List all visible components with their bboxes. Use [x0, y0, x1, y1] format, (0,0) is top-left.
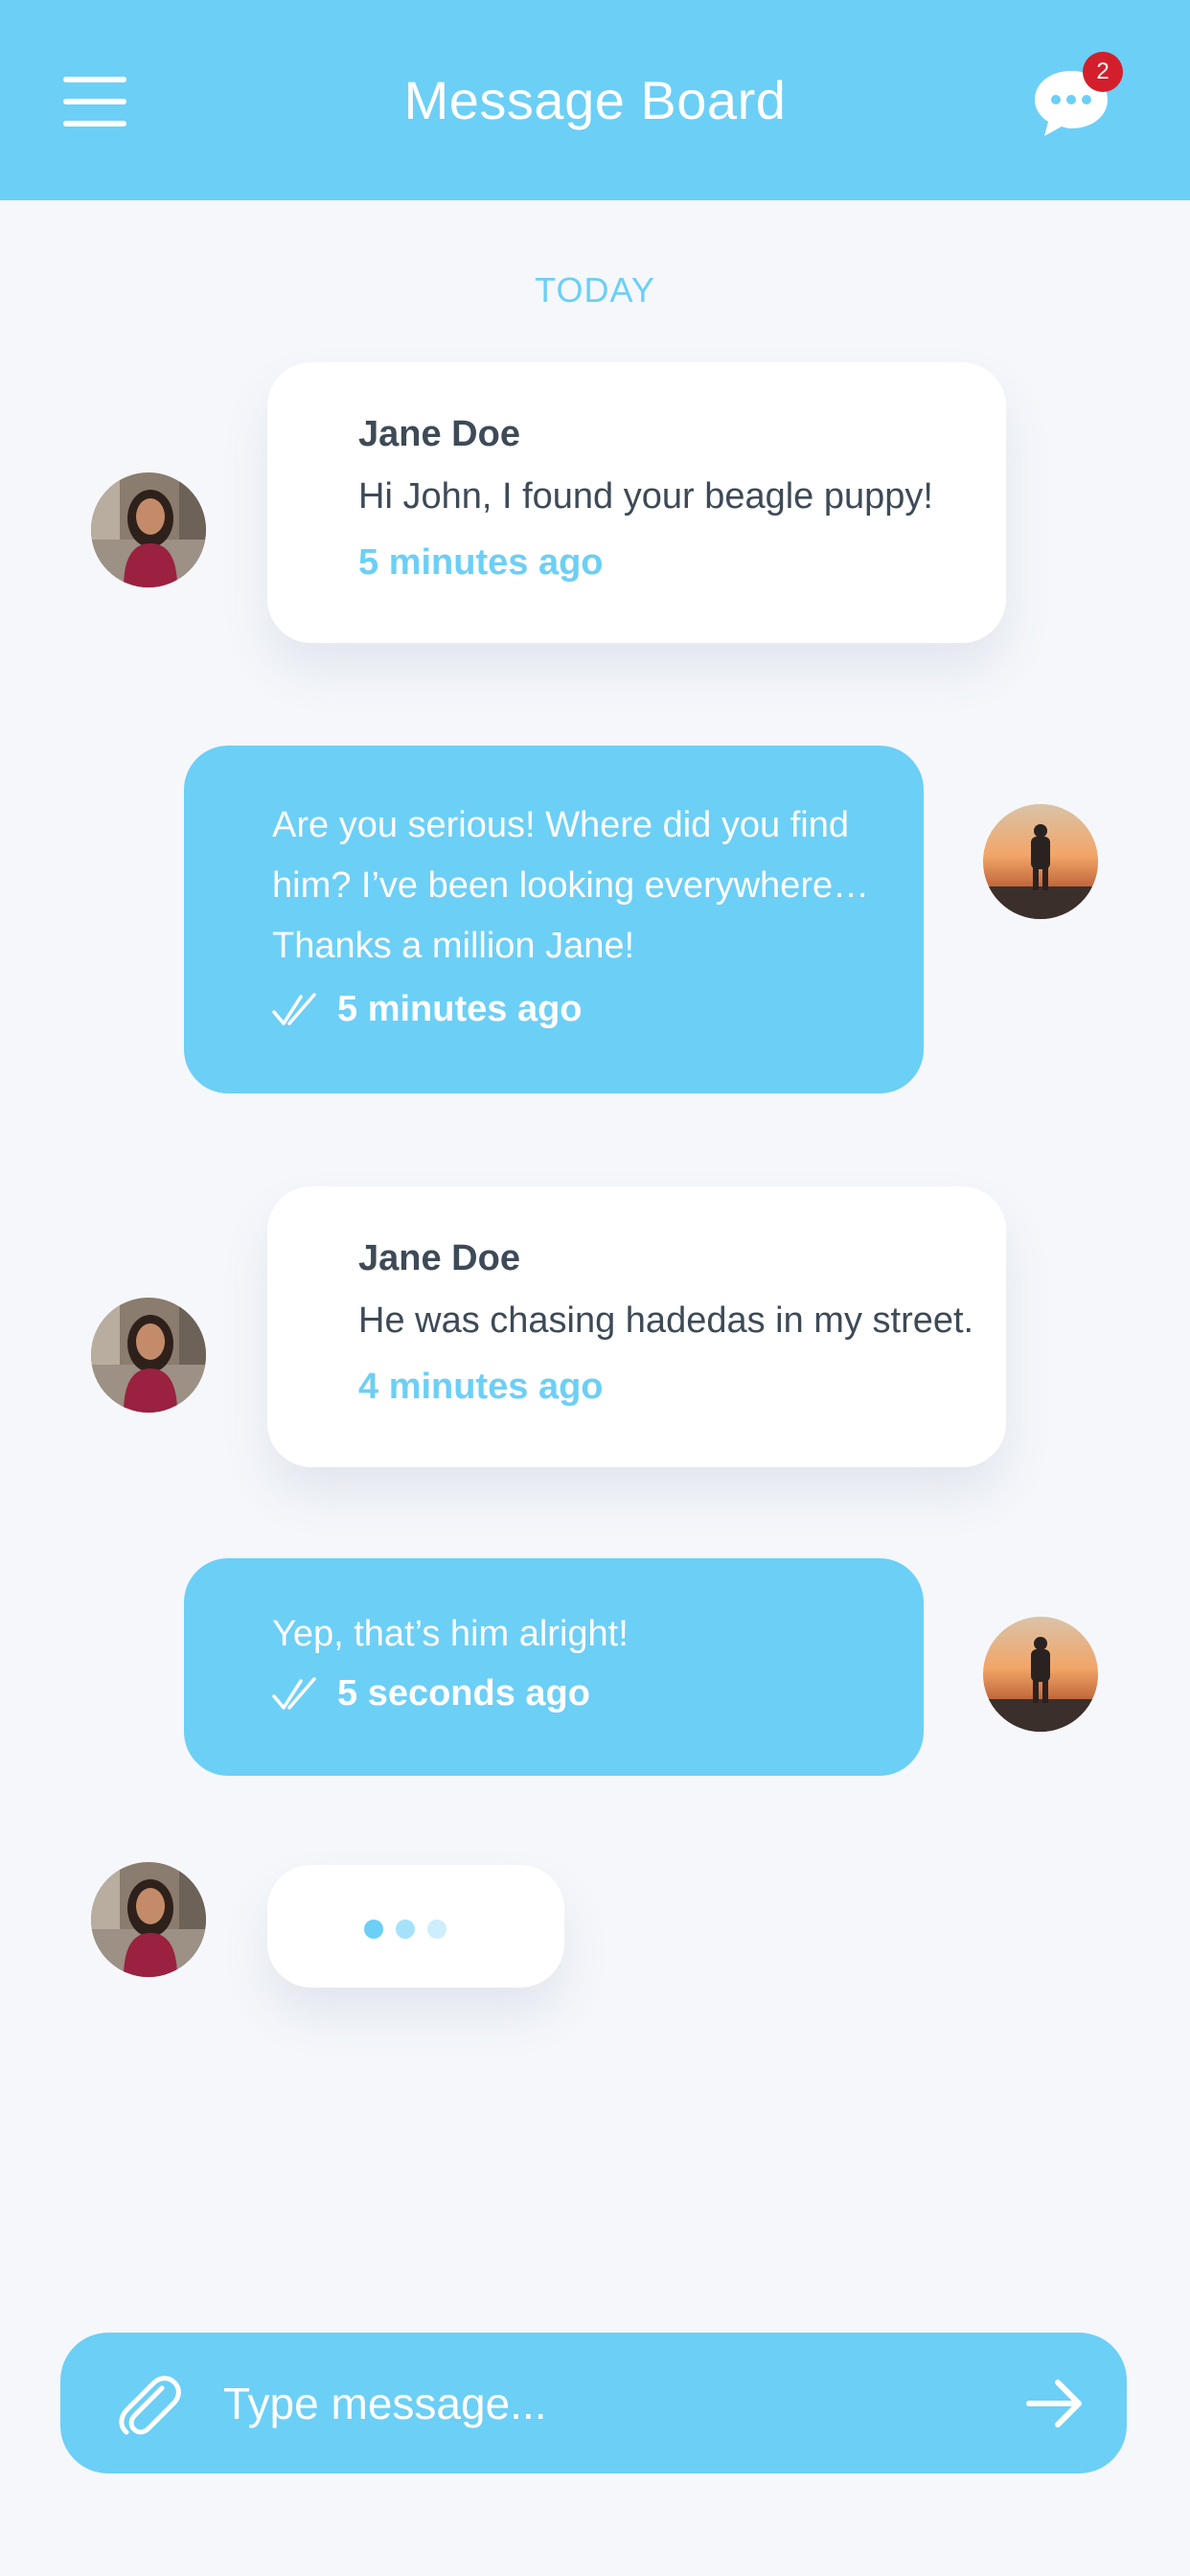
- message-bubble-incoming: Jane Doe He was chasing hadedas in my st…: [267, 1186, 1006, 1467]
- message-time: 5 minutes ago: [337, 989, 583, 1029]
- message-bubble-outgoing: Are you serious! Where did you find him?…: [184, 746, 924, 1093]
- message-text-line: Thanks a million Jane!: [272, 926, 635, 966]
- arrow-right-icon[interactable]: [1021, 2375, 1088, 2432]
- message-composer: [60, 2333, 1127, 2473]
- app-header: Message Board 2: [0, 0, 1190, 200]
- message-time: 5 minutes ago: [358, 542, 604, 583]
- message-bubble-incoming: Jane Doe Hi John, I found your beagle pu…: [267, 362, 1006, 643]
- avatar-john[interactable]: [983, 804, 1098, 919]
- paperclip-icon[interactable]: [114, 2371, 183, 2440]
- typing-indicator: [267, 1865, 564, 1988]
- double-check-icon: [272, 1677, 316, 1710]
- page-title: Message Board: [403, 70, 787, 130]
- message-bubble-outgoing: Yep, that’s him alright! 5 seconds ago: [184, 1558, 924, 1776]
- message-time: 4 minutes ago: [358, 1367, 604, 1407]
- message-time: 5 seconds ago: [337, 1673, 590, 1714]
- date-separator: TODAY: [535, 270, 655, 310]
- avatar-jane[interactable]: [91, 1862, 206, 1977]
- message-input[interactable]: [221, 2361, 1011, 2446]
- double-check-icon: [272, 993, 316, 1025]
- message-text: Hi John, I found your beagle puppy!: [358, 476, 933, 517]
- message-text-line: Are you serious! Where did you find: [272, 805, 849, 845]
- sender-name: Jane Doe: [358, 1238, 520, 1278]
- message-text: He was chasing hadedas in my street.: [358, 1300, 974, 1341]
- avatar-jane[interactable]: [91, 1298, 206, 1413]
- avatar-john[interactable]: [983, 1617, 1098, 1732]
- avatar-jane[interactable]: [91, 472, 206, 587]
- message-text-line: him? I’ve been looking everywhere…: [272, 865, 870, 906]
- sender-name: Jane Doe: [358, 414, 520, 454]
- notification-badge: 2: [1083, 52, 1123, 92]
- message-text-line: Yep, that’s him alright!: [272, 1614, 629, 1654]
